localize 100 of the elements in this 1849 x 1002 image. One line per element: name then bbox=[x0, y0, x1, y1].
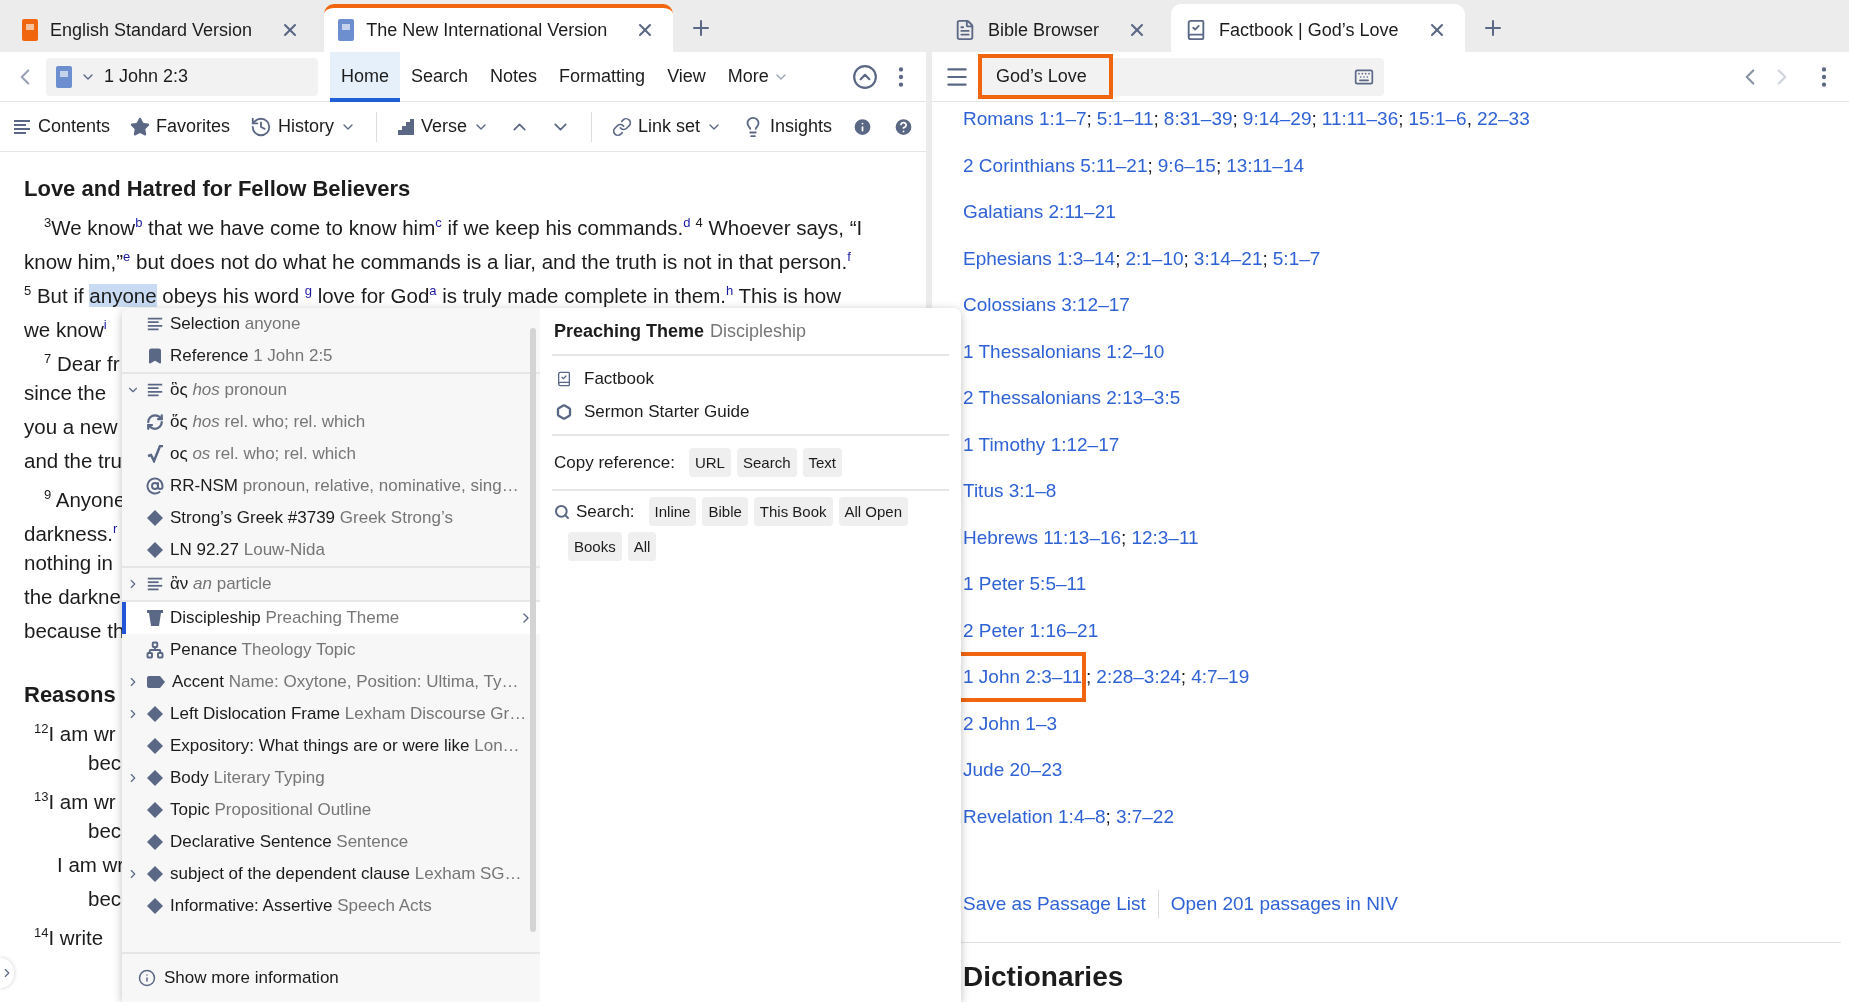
menu-item[interactable]: Declarative Sentence Sentence bbox=[122, 826, 540, 858]
ribbon-tab[interactable]: Home bbox=[330, 52, 400, 102]
diamond-icon bbox=[146, 541, 164, 559]
passage-link[interactable]: 5:1–7 bbox=[1272, 247, 1321, 270]
menu-item[interactable]: Selection anyone bbox=[122, 308, 540, 340]
copy-format-button[interactable]: Search bbox=[736, 448, 797, 477]
search-icon bbox=[554, 503, 570, 520]
passage-link[interactable]: 5:1–11 bbox=[1096, 108, 1154, 131]
menu-item[interactable]: ὅς hos rel. who; rel. which bbox=[122, 406, 540, 438]
search-scope-button[interactable]: All Open bbox=[838, 497, 909, 526]
menu-item[interactable]: ος os rel. who; rel. which bbox=[122, 438, 540, 470]
passage-link[interactable]: 4:7–19 bbox=[1191, 666, 1250, 689]
ribbon-tab[interactable]: Search bbox=[400, 52, 480, 102]
hexagon-icon bbox=[556, 403, 572, 420]
footnote-link[interactable]: d bbox=[683, 215, 691, 230]
resource-link[interactable]: Factbook bbox=[552, 362, 949, 395]
footnote-link[interactable]: r bbox=[112, 521, 118, 536]
passage-link[interactable]: 2:28–3:24 bbox=[1096, 666, 1181, 689]
separator: ; bbox=[1398, 108, 1404, 131]
passage-link[interactable]: 1 Thessalonians 1:2–10 bbox=[963, 340, 1165, 363]
copy-format-button[interactable]: Text bbox=[802, 448, 842, 477]
footnote-link[interactable]: i bbox=[103, 317, 107, 332]
passage-link[interactable]: 2 Peter 1:16–21 bbox=[963, 619, 1099, 642]
menu-item[interactable]: Reference 1 John 2:5 bbox=[122, 340, 540, 372]
footnote-link[interactable]: h bbox=[726, 283, 734, 298]
menu-item[interactable]: Body Literary Typing bbox=[122, 762, 540, 794]
passage-link[interactable]: Hebrews 11:13–16 bbox=[963, 526, 1122, 549]
toolbar-button[interactable]: Insights bbox=[741, 115, 832, 138]
document-tab[interactable]: Factbook | God’s Love bbox=[1171, 4, 1465, 52]
toolbar-button[interactable]: Favorites bbox=[130, 116, 231, 137]
document-tab[interactable]: English Standard Version bbox=[8, 4, 319, 52]
action-link[interactable]: Open 201 passages in NIV bbox=[1170, 893, 1398, 915]
passage-link[interactable]: 2 Thessalonians 2:13–3:5 bbox=[963, 387, 1181, 410]
menu-item[interactable]: ἂν an particle bbox=[122, 568, 540, 600]
footnote-link[interactable]: a bbox=[429, 283, 437, 298]
passage-link[interactable]: 3:14–21 bbox=[1193, 247, 1263, 270]
toolbar-button[interactable]: Link set bbox=[611, 116, 722, 137]
ribbon-tab[interactable]: View bbox=[656, 52, 717, 102]
show-more-button[interactable]: Show more information bbox=[122, 952, 540, 1002]
action-link[interactable]: Save as Passage List bbox=[963, 893, 1146, 915]
passage-link[interactable]: 13:11–14 bbox=[1226, 154, 1305, 177]
footnote-link[interactable]: e bbox=[123, 249, 131, 264]
passage-link[interactable]: 2:1–10 bbox=[1125, 247, 1184, 270]
passage-link[interactable]: Colossians 3:12–17 bbox=[963, 294, 1130, 317]
passage-link[interactable]: Jude 20–23 bbox=[963, 759, 1063, 782]
passage-link[interactable]: Romans 1:1–7 bbox=[963, 108, 1087, 131]
passage-link[interactable]: 9:14–29 bbox=[1242, 108, 1312, 131]
passage-link[interactable]: 3:7–22 bbox=[1115, 805, 1174, 828]
toolbar-button[interactable]: History bbox=[250, 115, 357, 138]
menu-item[interactable]: Accent Name: Oxytone, Position: Ultima, Ty… bbox=[122, 666, 540, 698]
ribbon-tab[interactable]: Notes bbox=[479, 52, 549, 102]
search-scope-button[interactable]: Bible bbox=[702, 497, 748, 526]
resource-selector[interactable]: 1 John 2:3 bbox=[46, 57, 318, 96]
passage-link[interactable]: 22–33 bbox=[1476, 108, 1530, 131]
search-scope-button[interactable]: This Book bbox=[753, 497, 833, 526]
passage-link[interactable]: Ephesians 1:3–14 bbox=[963, 247, 1116, 270]
ribbon-tab[interactable]: More bbox=[716, 52, 800, 102]
copy-format-button[interactable]: URL bbox=[688, 448, 731, 477]
search-scope-button[interactable]: Inline bbox=[648, 497, 697, 526]
search-scope-button[interactable]: All bbox=[627, 532, 657, 561]
toolbar-button[interactable]: Verse bbox=[396, 116, 489, 137]
menu-item[interactable]: Left Dislocation Frame Lexham Discourse Gr… bbox=[122, 698, 540, 730]
menu-item[interactable]: Discipleship Preaching Theme bbox=[122, 602, 540, 634]
passage-link[interactable]: 15:1–6 bbox=[1408, 108, 1467, 131]
resource-link[interactable]: Sermon Starter Guide bbox=[552, 395, 949, 428]
menu-item[interactable]: LN 92.27 Louw-Nida bbox=[122, 534, 540, 566]
bookmark-icon bbox=[146, 347, 164, 365]
footnote-link[interactable]: g bbox=[304, 283, 312, 298]
passage-link[interactable]: 1 Peter 5:5–11 bbox=[963, 573, 1087, 596]
footnote-link[interactable]: c bbox=[435, 215, 442, 230]
menu-item[interactable]: subject of the dependent clause Lexham SG… bbox=[122, 858, 540, 890]
footnote-link[interactable]: f bbox=[847, 249, 851, 264]
passage-link[interactable]: 1 Timothy 1:12–17 bbox=[963, 433, 1120, 456]
section-heading: Dictionaries bbox=[963, 960, 1125, 994]
toolbar-button[interactable]: Contents bbox=[12, 116, 111, 137]
menu-item[interactable]: Penance Theology Topic bbox=[122, 634, 540, 666]
scrollbar[interactable] bbox=[530, 328, 536, 932]
passage-link[interactable]: 12:3–11 bbox=[1131, 526, 1199, 549]
passage-link[interactable]: 2 Corinthians 5:11–21 bbox=[963, 154, 1148, 177]
menu-item[interactable]: Informative: Assertive Speech Acts bbox=[122, 890, 540, 922]
menu-item[interactable]: Topic Propositional Outline bbox=[122, 794, 540, 826]
menu-item[interactable]: Expository: What things are or were like Lon… bbox=[122, 730, 540, 762]
document-tab[interactable]: The New International Version bbox=[324, 4, 674, 52]
passage-link[interactable]: 8:31–39 bbox=[1163, 108, 1233, 131]
collapse-icon[interactable] bbox=[852, 63, 878, 90]
passage-link[interactable]: 11:11–36 bbox=[1321, 108, 1399, 131]
diamond-icon bbox=[146, 897, 164, 915]
ribbon-tab[interactable]: Formatting bbox=[548, 52, 657, 102]
passage-link[interactable]: 9:6–15 bbox=[1157, 154, 1216, 177]
passage-link[interactable]: Revelation 1:4–8 bbox=[963, 805, 1106, 828]
footnote-link[interactable]: b bbox=[135, 215, 143, 230]
separator: ; bbox=[1115, 247, 1121, 270]
search-scope-button[interactable]: Books bbox=[568, 532, 622, 561]
expand-handle[interactable] bbox=[0, 958, 14, 988]
passage-link[interactable]: Galatians 2:11–21 bbox=[963, 201, 1116, 224]
search-field[interactable]: God’s Love bbox=[978, 57, 1384, 96]
passage-link[interactable]: Titus 3:1–8 bbox=[963, 480, 1057, 503]
passage-link[interactable]: 2 John 1–3 bbox=[963, 712, 1058, 735]
document-tab[interactable]: Bible Browser bbox=[940, 4, 1166, 52]
menu-item[interactable]: ὃς hos pronoun bbox=[122, 374, 540, 406]
